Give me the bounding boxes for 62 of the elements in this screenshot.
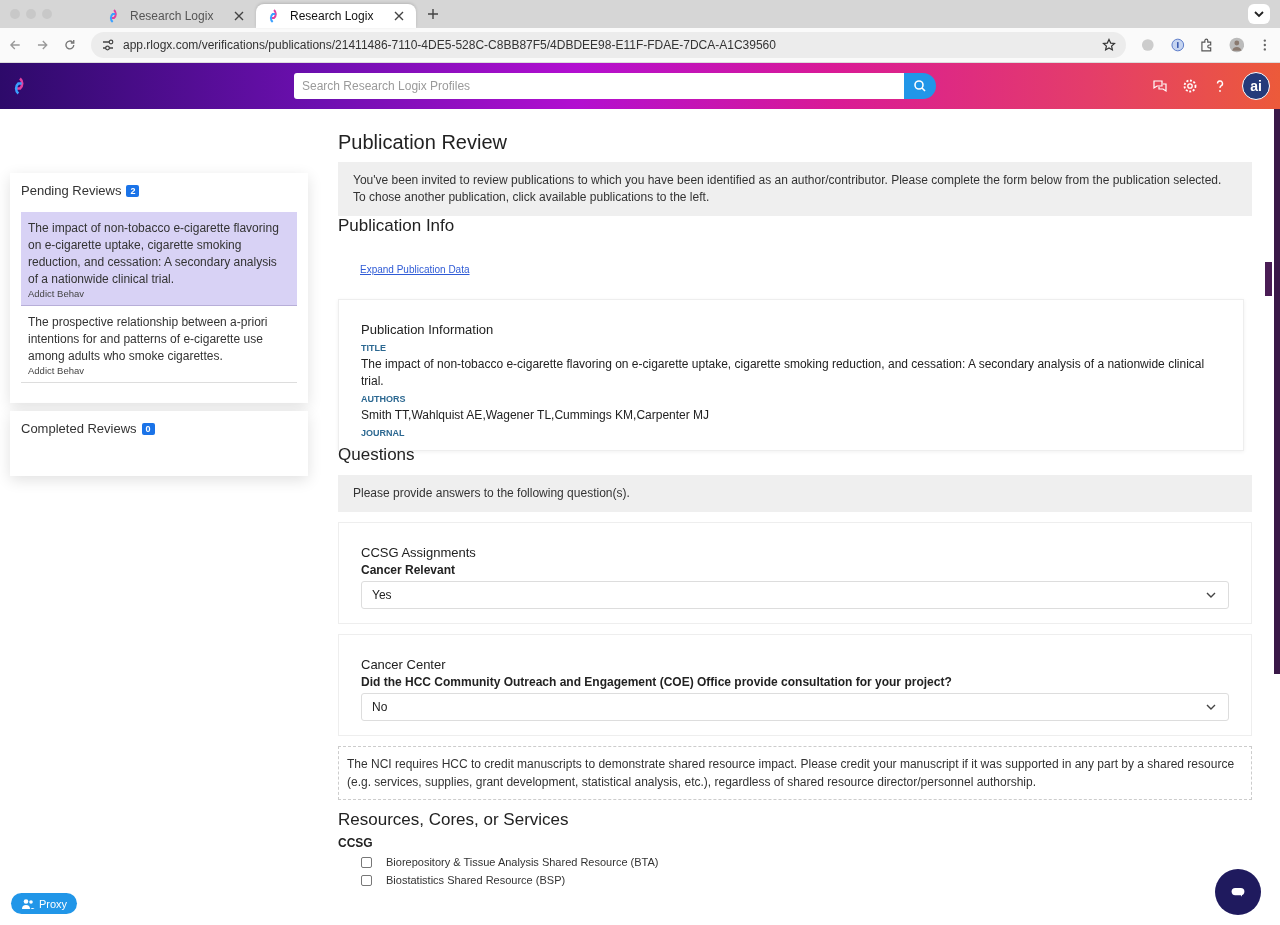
question-text: Did the HCC Community Outreach and Engagement (COE) Office provide consultation for your project? — [361, 675, 953, 689]
field-label: AUTHORS — [361, 394, 407, 404]
journal-name: Addict Behav — [28, 288, 85, 299]
scrollbar-thumb[interactable] — [1265, 262, 1272, 296]
field-label: JOURNAL — [361, 428, 406, 438]
checkbox-label: Biostatistics Shared Resource (BSP) — [386, 874, 566, 886]
extension-icon[interactable] — [1169, 37, 1186, 53]
intro-text: You've been invited to review publications to which you have been identified as an author/contributor. Please complete the form below from the publication selected. To chose another publication, click available publications to the left. — [338, 162, 1252, 216]
publication-list-item[interactable]: The impact of non-tobacco e-cigarette flavoring on e-cigarette uptake, cigarette smoking reduction, and cessation: A secondary analysis of a nationwide clinical trial. Addict Behav — [21, 212, 297, 306]
scrollbar-thumb[interactable] — [1274, 109, 1280, 674]
users-icon — [21, 896, 35, 911]
tab-title: Research Logix — [290, 9, 375, 23]
publication-title: The impact of non-tobacco e-cigarette flavoring on e-cigarette uptake, cigarette smoking reduction, and cessation: A secondary analysis of a nationwide clinical trial. — [28, 220, 280, 288]
star-icon[interactable] — [1101, 38, 1116, 52]
answer-select[interactable]: No — [361, 693, 1229, 721]
notice-text: The NCI requires HCC to credit manuscripts to demonstrate shared resource impact. Please credit your manuscript if it was supported in any part by a shared resource (e.g. services, supplies, grant development, statistical analysis, etc.), regardless of shared resource director/personnel authorship. — [338, 746, 1252, 800]
question-group-title: CCSG Assignments — [361, 545, 477, 560]
checkbox[interactable] — [361, 856, 372, 868]
tune-icon — [100, 38, 115, 52]
answer-select[interactable]: Yes — [361, 581, 1229, 609]
publication-list-item[interactable]: The prospective relationship between a-priori intentions for and patterns of e-cigarette use among adults who smoke cigarettes. Addict Behav — [21, 306, 297, 383]
search-field[interactable]: Search Research Logix Profiles — [294, 73, 904, 99]
page-title: Publication Review — [338, 131, 508, 154]
expand-link[interactable]: Expand Publication Data — [360, 264, 470, 275]
group-label: CCSG — [338, 836, 374, 850]
panel-title: Publication Information — [361, 322, 495, 337]
profile-icon[interactable] — [1228, 37, 1245, 53]
search-icon — [913, 79, 927, 93]
checkbox[interactable] — [361, 874, 372, 886]
avatar[interactable]: ai — [1242, 72, 1270, 100]
question-text: Cancer Relevant — [361, 563, 457, 577]
browser-tab[interactable]: Research Logix — [256, 4, 416, 28]
close-icon[interactable] — [392, 9, 406, 23]
count-badge: 2 — [126, 184, 140, 197]
card-title: Completed Reviews — [21, 421, 137, 436]
section-title: Questions — [338, 445, 416, 465]
settings-icon[interactable] — [1182, 78, 1198, 94]
chat-icon[interactable] — [1152, 78, 1168, 94]
tab-menu-button[interactable] — [1248, 4, 1270, 24]
journal-name: Addict Behav — [28, 365, 85, 376]
forward-icon[interactable] — [35, 38, 50, 52]
chat-button[interactable] — [1215, 869, 1261, 915]
section-title: Resources, Cores, or Services — [338, 810, 570, 830]
card-title: Pending Reviews — [21, 183, 122, 198]
address-bar[interactable]: app.rlogx.com/verifications/publications/21411486-7110-4DE5-528C-C8BB87F5/4DBDEE98-E11F-FDAE-7DCA-A1C39560 — [90, 32, 1126, 58]
url-text: app.rlogx.com/verifications/publications/21411486-7110-4DE5-528C-C8BB87F5/4DBDEE98-E11F-FDAE-7DCA-A1C39560 — [122, 38, 777, 52]
question-group-title: Cancer Center — [361, 657, 447, 672]
tab-title: Research Logix — [130, 9, 215, 23]
checkbox-label: Biorepository & Tissue Analysis Shared Resource (BTA) — [386, 856, 659, 868]
count-badge: 0 — [141, 422, 155, 435]
publication-title: The prospective relationship between a-priori intentions for and patterns of e-cigarette use among adults who smoke cigarettes. — [28, 314, 269, 365]
field-label: TITLE — [361, 343, 387, 353]
field-value: Smith TT,Wahlquist AE,Wagener TL,Cummings KM,Carpenter MJ — [361, 407, 711, 424]
browser-tab[interactable]: Research Logix — [96, 4, 256, 28]
field-value: The impact of non-tobacco e-cigarette flavoring on e-cigarette uptake, cigarette smoking reduction, and cessation: A secondary analysis of a nationwide clinical trial. — [361, 356, 1206, 390]
reload-icon[interactable] — [63, 38, 77, 52]
back-icon[interactable] — [8, 38, 22, 52]
section-title: Publication Info — [338, 216, 456, 236]
search-button[interactable] — [904, 73, 936, 99]
prompt-text: Please provide answers to the following question(s). — [338, 475, 1252, 512]
plus-icon[interactable] — [426, 7, 440, 21]
close-icon[interactable] — [232, 9, 246, 23]
